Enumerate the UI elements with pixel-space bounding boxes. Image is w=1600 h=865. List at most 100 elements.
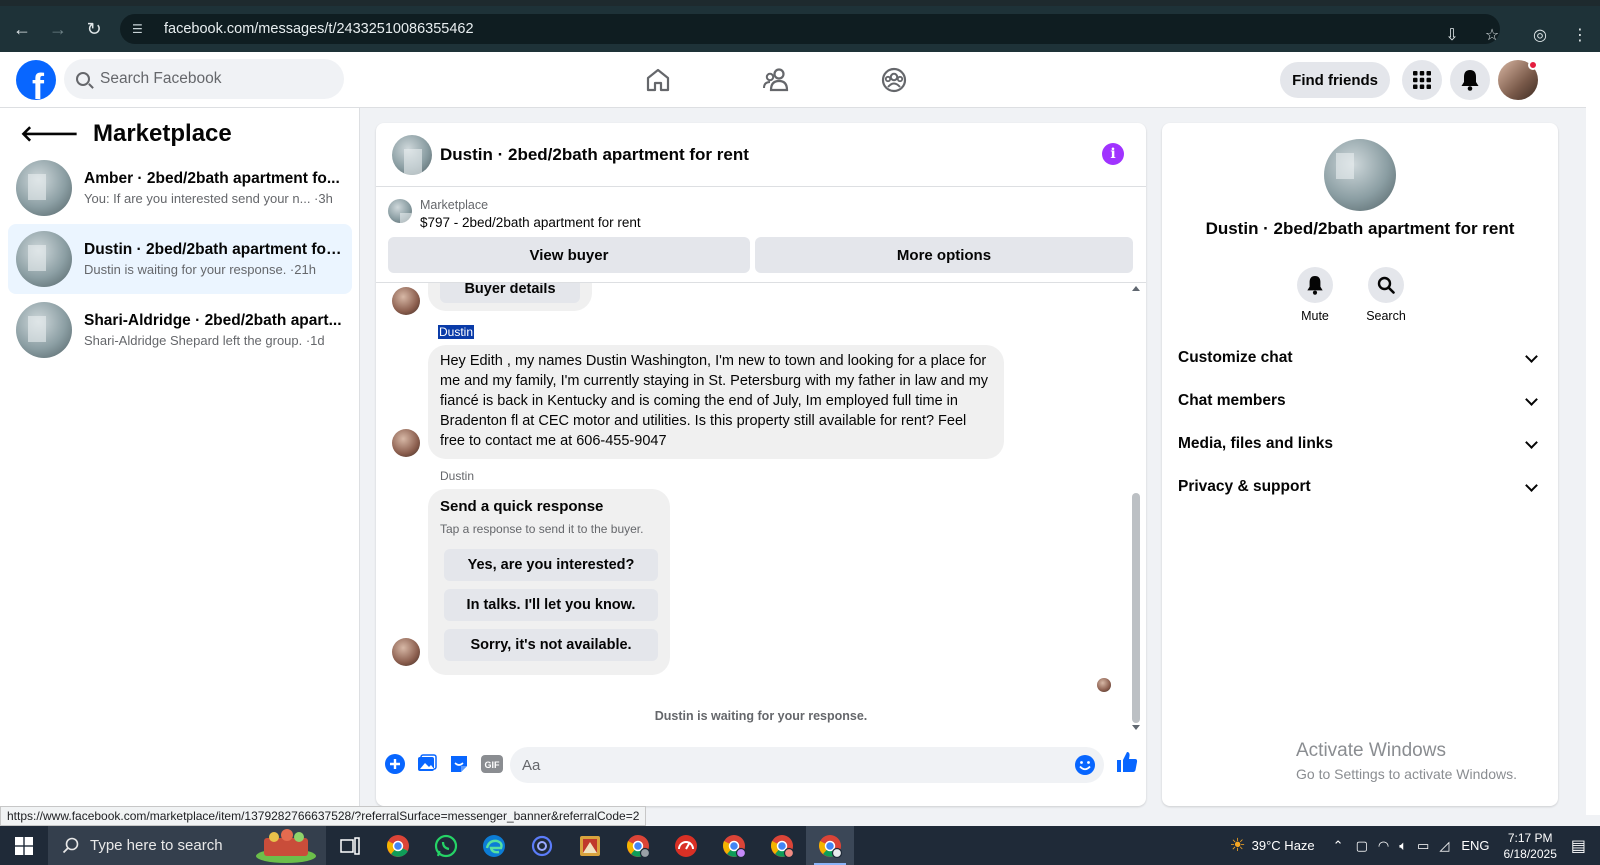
page-scrollbar[interactable] bbox=[1586, 52, 1600, 815]
clock[interactable]: 7:17 PM 6/18/2025 bbox=[1503, 830, 1556, 862]
forward-arrow-icon[interactable]: → bbox=[40, 11, 76, 47]
quick-response-not-available-button[interactable]: Sorry, it's not available. bbox=[444, 629, 658, 661]
account-avatar[interactable] bbox=[1498, 60, 1538, 100]
sender-avatar[interactable] bbox=[392, 638, 420, 666]
buyer-details-button[interactable]: Buyer details bbox=[440, 283, 580, 303]
speedtest-taskbar-icon[interactable] bbox=[662, 826, 710, 865]
customize-chat-section[interactable]: Customize chat bbox=[1178, 338, 1542, 378]
nav-groups[interactable] bbox=[838, 52, 950, 108]
clock-time: 7:17 PM bbox=[1507, 830, 1553, 845]
browser-menu-icon[interactable]: ⋮ bbox=[1564, 19, 1596, 51]
chevron-up-icon[interactable]: ⌃ bbox=[1333, 838, 1344, 854]
site-settings-icon[interactable]: ☰ bbox=[132, 22, 150, 36]
info-icon[interactable]: i bbox=[1102, 143, 1124, 165]
more-options-button[interactable]: More options bbox=[755, 237, 1133, 273]
back-arrow-icon[interactable]: ← bbox=[4, 11, 40, 47]
find-friends-button[interactable]: Find friends bbox=[1280, 62, 1390, 98]
task-view-icon[interactable] bbox=[326, 826, 374, 865]
conversation-list-pane: 🡐 Marketplace Amber · 2bed/2bath apartme… bbox=[0, 108, 360, 808]
mute-action[interactable]: Mute bbox=[1285, 267, 1345, 323]
chrome-profile-taskbar-icon[interactable] bbox=[614, 826, 662, 865]
conversation-item-shari[interactable]: Shari-Aldridge · 2bed/2bath apart... Sha… bbox=[8, 295, 352, 365]
message-list[interactable]: Buyer details Dustin Hey Edith , my name… bbox=[376, 283, 1146, 733]
network-icon[interactable]: ◿ bbox=[1439, 838, 1449, 854]
meet-icon[interactable]: ▢ bbox=[1356, 838, 1368, 854]
system-tray: ☀ 39°C Haze ⌃ ▢ ◠ 🔈︎ ▭ ◿ ENG 7:17 PM 6/1… bbox=[1230, 826, 1600, 865]
chrome-active-taskbar-icon[interactable] bbox=[806, 826, 854, 865]
chrome-profile-taskbar-icon[interactable] bbox=[710, 826, 758, 865]
search-in-chat-action[interactable]: Search bbox=[1356, 267, 1416, 323]
conversation-preview: Shari-Aldridge Shepard left the group. ·… bbox=[84, 333, 325, 348]
chevron-down-icon bbox=[1525, 349, 1538, 363]
listing-title-link[interactable]: $797 - 2bed/2bath apartment for rent bbox=[420, 215, 641, 230]
wifi-icon[interactable]: ◠ bbox=[1378, 838, 1389, 854]
notification-center-icon[interactable]: ▤ bbox=[1571, 836, 1586, 856]
nav-home[interactable] bbox=[602, 52, 714, 108]
scroll-down-arrow-icon[interactable] bbox=[1132, 725, 1140, 731]
chevron-down-icon bbox=[1525, 392, 1538, 406]
volume-icon[interactable]: 🔈︎ bbox=[1399, 838, 1407, 854]
chat-title[interactable]: Dustin · 2bed/2bath apartment for rent bbox=[440, 145, 749, 165]
app-taskbar-icon[interactable] bbox=[566, 826, 614, 865]
weather-text[interactable]: 39°C Haze bbox=[1252, 838, 1315, 853]
chat-members-section[interactable]: Chat members bbox=[1178, 381, 1542, 421]
scroll-up-arrow-icon[interactable] bbox=[1132, 285, 1140, 291]
sticker-icon[interactable] bbox=[448, 753, 470, 775]
battery-icon[interactable]: ▭ bbox=[1417, 838, 1429, 854]
search-facebook-input[interactable]: Search Facebook bbox=[64, 59, 344, 99]
chat-details-title: Dustin · 2bed/2bath apartment for rent bbox=[1205, 219, 1515, 238]
conversation-item-dustin[interactable]: Dustin · 2bed/2bath apartment for... Dus… bbox=[8, 224, 352, 294]
quick-response-yes-button[interactable]: Yes, are you interested? bbox=[444, 549, 658, 581]
menu-grid-button[interactable] bbox=[1402, 60, 1442, 100]
address-bar[interactable]: ☰ facebook.com/messages/t/24332510086355… bbox=[120, 14, 1500, 44]
bookmark-star-icon[interactable]: ☆ bbox=[1476, 19, 1508, 51]
bell-icon bbox=[1297, 267, 1333, 303]
clock-date: 6/18/2025 bbox=[1503, 846, 1557, 861]
quick-response-title: Send a quick response bbox=[440, 498, 604, 515]
taskbar-search-placeholder: Type here to search bbox=[90, 837, 223, 854]
scroll-thumb[interactable] bbox=[1132, 493, 1140, 723]
plus-circle-icon[interactable] bbox=[384, 753, 406, 775]
sender-avatar[interactable] bbox=[392, 429, 420, 457]
conversation-preview: Dustin is waiting for your response. ·21… bbox=[84, 262, 316, 277]
conversation-item-amber[interactable]: Amber · 2bed/2bath apartment fo... You: … bbox=[8, 153, 352, 223]
language-indicator[interactable]: ENG bbox=[1461, 838, 1489, 853]
sender-avatar[interactable] bbox=[392, 287, 420, 315]
quick-response-subtitle: Tap a response to send it to the buyer. bbox=[440, 522, 644, 536]
edge-taskbar-icon[interactable] bbox=[470, 826, 518, 865]
quick-response-in-talks-button[interactable]: In talks. I'll let you know. bbox=[444, 589, 658, 621]
privacy-support-section[interactable]: Privacy & support bbox=[1178, 467, 1542, 507]
chrome-taskbar-icon[interactable] bbox=[374, 826, 422, 865]
chat-thumbnail[interactable] bbox=[392, 134, 432, 175]
nav-friends[interactable] bbox=[720, 52, 832, 108]
chrome-profile-taskbar-icon[interactable] bbox=[758, 826, 806, 865]
emoji-icon[interactable] bbox=[1074, 754, 1096, 780]
chat-scrollbar[interactable] bbox=[1132, 283, 1140, 733]
media-files-links-section[interactable]: Media, files and links bbox=[1178, 424, 1542, 464]
thumbs-up-icon[interactable] bbox=[1114, 751, 1140, 773]
gif-icon[interactable]: GIF bbox=[480, 753, 504, 775]
profile-icon[interactable]: ◎ bbox=[1524, 19, 1556, 51]
whatsapp-taskbar-icon[interactable] bbox=[422, 826, 470, 865]
taskbar-search-input[interactable]: Type here to search bbox=[48, 826, 326, 865]
conversation-name: Amber · 2bed/2bath apartment fo... bbox=[84, 170, 340, 187]
notifications-button[interactable] bbox=[1450, 60, 1490, 100]
link-status-bar: https://www.facebook.com/marketplace/ite… bbox=[0, 806, 647, 826]
chat-details-pane: Dustin · 2bed/2bath apartment for rent M… bbox=[1162, 123, 1558, 806]
view-buyer-button[interactable]: View buyer bbox=[388, 237, 750, 273]
windows-start-icon[interactable] bbox=[0, 826, 48, 865]
message-input[interactable]: Aa bbox=[510, 747, 1104, 783]
photo-icon[interactable] bbox=[416, 753, 438, 775]
reload-icon[interactable]: ↻ bbox=[76, 11, 112, 47]
copilot-taskbar-icon[interactable] bbox=[518, 826, 566, 865]
marketplace-title: Marketplace bbox=[93, 120, 232, 147]
chat-details-thumbnail[interactable] bbox=[1324, 139, 1396, 211]
sender-name: Dustin bbox=[440, 469, 475, 483]
weather-icon[interactable]: ☀ bbox=[1230, 835, 1246, 856]
facebook-header: f Search Facebook Find friends bbox=[0, 52, 1586, 108]
url-text: facebook.com/messages/t/2433251008635546… bbox=[164, 21, 474, 37]
facebook-logo[interactable]: f bbox=[16, 60, 56, 100]
friends-icon bbox=[763, 68, 789, 92]
back-arrow-icon[interactable]: 🡐 bbox=[20, 121, 79, 147]
install-app-icon[interactable]: ⇩ bbox=[1436, 19, 1468, 51]
